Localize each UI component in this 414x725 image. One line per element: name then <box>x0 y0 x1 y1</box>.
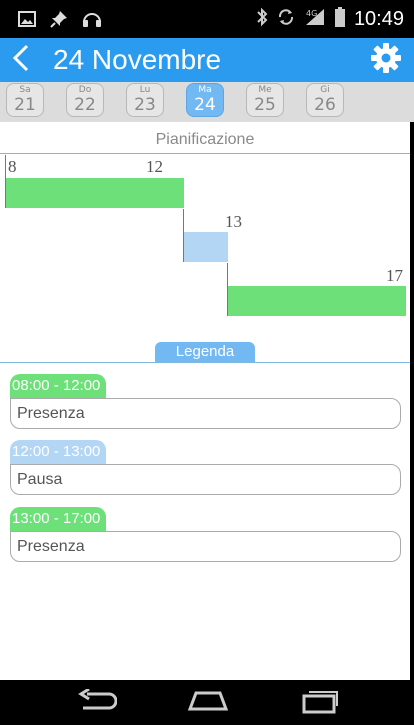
recents-icon <box>300 688 340 718</box>
legend-title: Legenda <box>155 342 255 362</box>
day-chip[interactable]: Sa 21 <box>6 83 44 117</box>
entry-time: 13:00 - 17:00 <box>10 507 107 531</box>
back-nav-icon <box>77 687 118 717</box>
day-number: 21 <box>14 95 36 115</box>
system-icons: 4G 10:49 <box>256 7 404 31</box>
nav-home-button[interactable] <box>178 686 238 720</box>
gear-icon <box>370 42 402 78</box>
svg-text:4G: 4G <box>306 9 317 18</box>
back-button[interactable] <box>4 42 38 78</box>
schedule-marker-line <box>5 155 6 208</box>
tick-label: 13 <box>225 212 242 231</box>
schedule-chart: 8 12 13 17 <box>0 155 410 339</box>
tick-label: 12 <box>146 157 163 176</box>
bluetooth-icon <box>256 7 268 31</box>
schedule-marker-line <box>227 263 229 316</box>
day-chip-selected[interactable]: Ma 24 <box>186 83 224 117</box>
nav-back-button[interactable] <box>67 686 127 720</box>
planning-title: Pianificazione <box>0 122 410 154</box>
image-icon <box>18 10 36 32</box>
entry-time: 12:00 - 13:00 <box>10 440 107 464</box>
signal-4g-icon: 4G <box>304 7 326 31</box>
schedule-bar <box>183 232 229 262</box>
schedule-bar <box>6 178 184 208</box>
clock: 10:49 <box>353 7 404 30</box>
app-header: 24 Novembre <box>0 38 414 82</box>
schedule-bar <box>228 286 406 316</box>
entry-label[interactable]: Presenza <box>10 398 401 429</box>
chevron-left-icon <box>11 43 31 77</box>
tick-label-start: 8 <box>8 157 17 176</box>
battery-icon <box>334 7 346 31</box>
day-number: 26 <box>314 95 336 115</box>
sync-icon <box>276 7 296 31</box>
entry-label[interactable]: Pausa <box>10 464 401 495</box>
schedule-marker-line <box>182 209 184 262</box>
day-number: 25 <box>254 95 276 115</box>
day-number: 22 <box>74 95 96 115</box>
entry-label[interactable]: Presenza <box>10 531 401 562</box>
page-title: 24 Novembre <box>53 44 222 75</box>
nav-recents-button[interactable] <box>290 686 350 720</box>
tick-label-end: 17 <box>386 266 403 285</box>
day-selector: Sa 21 Do 22 Lu 23 Ma 24 Me 25 Gi 26 <box>0 82 414 122</box>
navigation-bar <box>0 680 414 725</box>
day-chip[interactable]: Gi 26 <box>306 83 344 117</box>
home-icon <box>186 689 230 717</box>
entry-time: 08:00 - 12:00 <box>10 374 107 398</box>
day-chip[interactable]: Do 22 <box>66 83 104 117</box>
day-number: 23 <box>134 95 156 115</box>
notification-icons <box>18 10 102 32</box>
main-content: Pianificazione 8 12 13 17 Legenda 08:00 … <box>0 122 414 680</box>
day-chip[interactable]: Me 25 <box>246 83 284 117</box>
day-number: 24 <box>194 95 216 115</box>
settings-button[interactable] <box>368 42 404 78</box>
pin-icon <box>50 10 68 32</box>
legend-divider <box>0 362 410 363</box>
day-chip[interactable]: Lu 23 <box>126 83 164 117</box>
headphones-icon <box>82 10 102 32</box>
status-bar: 4G 10:49 <box>0 0 414 38</box>
